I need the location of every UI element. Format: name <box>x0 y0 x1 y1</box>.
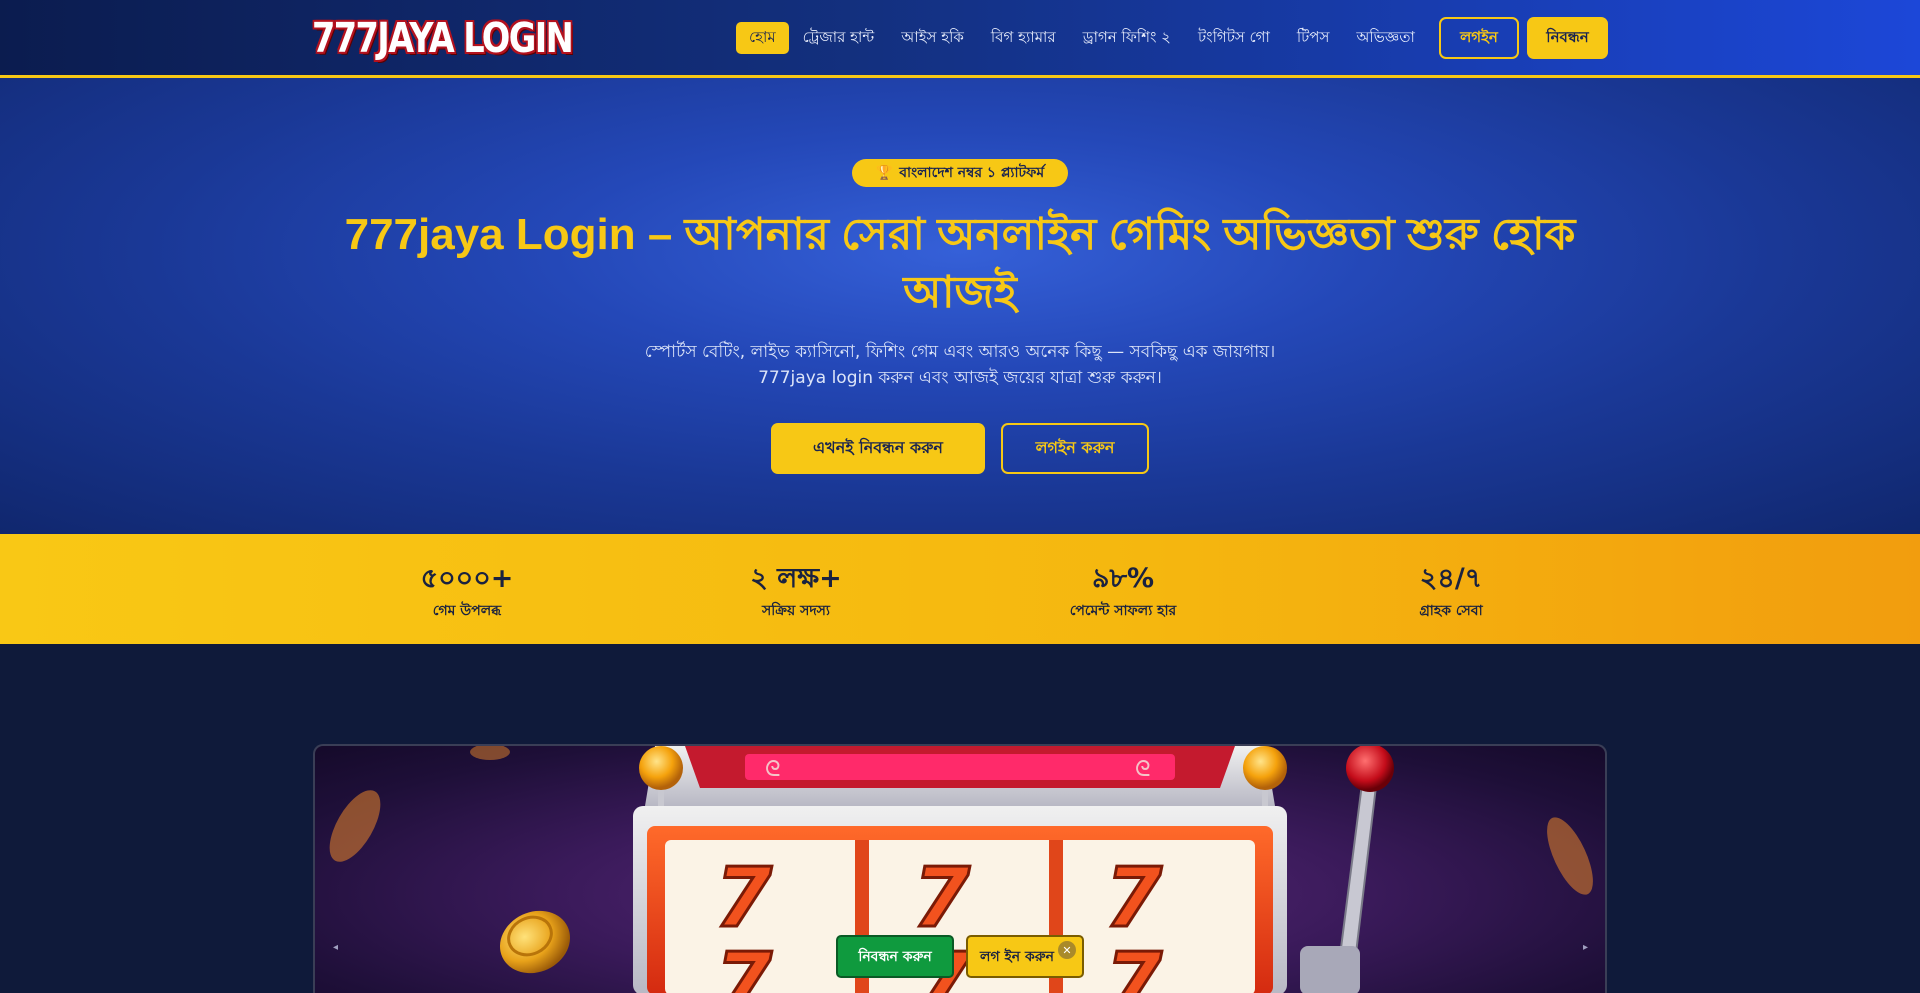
floating-register-button[interactable]: নিবন্ধন করুন <box>836 935 954 978</box>
nav-item-experience[interactable]: অভিজ্ঞতা <box>1343 22 1427 54</box>
stat-members: ২ লক্ষ+ সক্রিয় সদস্য <box>666 534 926 644</box>
trophy-icon: 🏆 <box>875 165 894 181</box>
stat-value: ২৪/৭ <box>1419 563 1483 594</box>
hero-title: 777jaya Login – আপনার সেরা অনলাইন গেমিং … <box>344 210 1576 317</box>
stat-value: ২ লক্ষ+ <box>750 563 842 594</box>
main-nav: হোম ট্রেজার হান্ট আইস হকি বিগ হ্যামার ড্… <box>736 22 1429 54</box>
hero-section: 🏆 বাংলাদেশ নম্বর ১ প্ল্যাটফর্ম 777jaya L… <box>0 78 1920 534</box>
close-icon[interactable]: ✕ <box>1058 941 1076 959</box>
reel-seven: 7 <box>715 851 772 946</box>
top-navbar: 777JAYA LOGIN হোম ট্রেজার হান্ট আইস হকি … <box>0 0 1920 78</box>
hero-subtitle-line: স্পোর্টস বেটিং, লাইভ ক্যাসিনো, ফিশিং গেম… <box>644 342 1276 362</box>
stat-label: গ্রাহক সেবা <box>1419 603 1483 619</box>
reel-seven: 7 <box>1105 936 1162 993</box>
reel-seven: 7 <box>1105 851 1162 946</box>
slot-machine-banner-image: ᘓ ᘓ 7 7 7 7 7 7 ◂ ▸ <box>313 744 1607 993</box>
header-login-button[interactable]: লগইন <box>1439 17 1519 59</box>
stats-bar: ৫০০০+ গেম উপলব্ধ ২ লক্ষ+ সক্রিয় সদস্য ৯… <box>0 534 1920 644</box>
svg-text:◂: ◂ <box>333 942 338 953</box>
stat-games: ৫০০০+ গেম উপলব্ধ <box>337 534 597 644</box>
hero-subtitle: স্পোর্টস বেটিং, লাইভ ক্যাসিনো, ফিশিং গেম… <box>560 339 1360 391</box>
nav-item-ice-hockey[interactable]: আইস হকি <box>888 22 977 54</box>
svg-text:ᘓ: ᘓ <box>765 757 781 782</box>
reel-seven: 7 <box>715 936 772 993</box>
svg-text:ᘓ: ᘓ <box>1135 757 1151 782</box>
reel-seven: 7 <box>913 851 970 946</box>
hero-register-button[interactable]: এখনই নিবন্ধন করুন <box>771 423 985 474</box>
hero-subtitle-line: 777jaya login করুন এবং আজই জয়ের যাত্রা … <box>758 368 1162 388</box>
stat-label: সক্রিয় সদস্য <box>762 603 830 619</box>
stat-support: ২৪/৭ গ্রাহক সেবা <box>1321 534 1581 644</box>
stat-label: পেমেন্ট সাফল্য হার <box>1069 603 1177 619</box>
site-logo[interactable]: 777JAYA LOGIN <box>312 14 574 62</box>
nav-item-treasure-hunt[interactable]: ট্রেজার হান্ট <box>790 22 888 54</box>
header-register-button[interactable]: নিবন্ধন <box>1527 17 1608 59</box>
stat-value: ৯৮% <box>1091 563 1155 594</box>
stat-payment-success: ৯৮% পেমেন্ট সাফল্য হার <box>993 534 1253 644</box>
svg-text:▸: ▸ <box>1583 942 1588 953</box>
stat-label: গেম উপলব্ধ <box>432 603 502 619</box>
nav-item-home[interactable]: হোম <box>736 22 789 54</box>
nav-item-big-hammer[interactable]: বিগ হ্যামার <box>978 22 1069 54</box>
nav-item-tips[interactable]: টিপস <box>1284 22 1343 54</box>
platform-badge: 🏆 বাংলাদেশ নম্বর ১ প্ল্যাটফর্ম <box>852 159 1068 187</box>
nav-item-tongits-go[interactable]: টংগিটস গো <box>1185 22 1283 54</box>
nav-item-dragon-fishing[interactable]: ড্রাগন ফিশিং ২ <box>1070 22 1184 54</box>
slot-machine-illustration: ᘓ ᘓ 7 7 7 7 7 7 ◂ ▸ <box>329 746 1593 993</box>
stat-value: ৫০০০+ <box>420 563 514 594</box>
platform-badge-text: বাংলাদেশ নম্বর ১ প্ল্যাটফর্ম <box>899 165 1045 181</box>
hero-login-button[interactable]: লগইন করুন <box>1001 423 1149 474</box>
